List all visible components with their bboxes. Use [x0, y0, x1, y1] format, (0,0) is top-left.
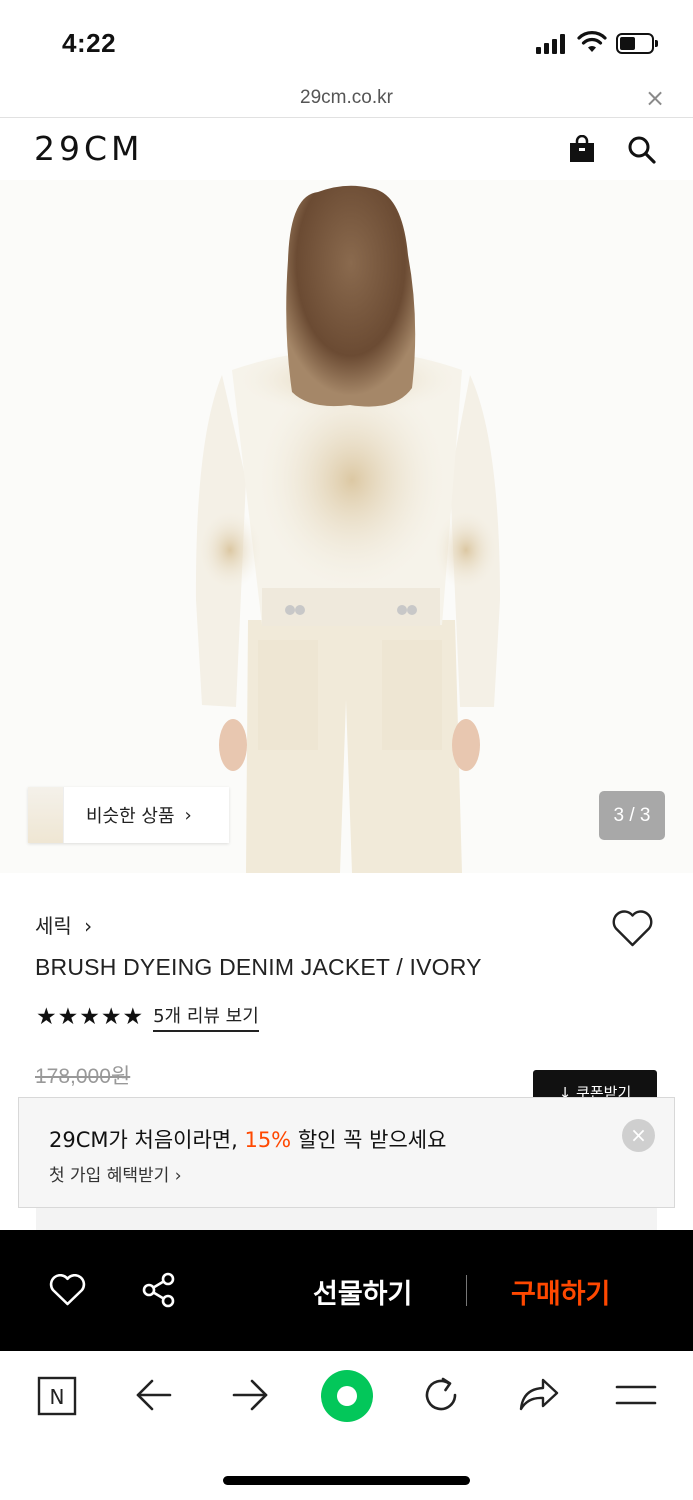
url-text[interactable]: 29cm.co.kr [0, 87, 693, 109]
status-bar: 4:22 [0, 0, 693, 80]
image-counter: 3 / 3 [599, 791, 665, 840]
banner-title-prefix: 29CM가 처음이라면, [49, 1128, 245, 1152]
close-icon[interactable]: × [645, 84, 665, 112]
banner-title-suffix: 할인 꼭 받으세요 [291, 1128, 447, 1152]
share-icon[interactable] [141, 1272, 176, 1308]
chevron-right-icon: › [184, 804, 192, 826]
back-arrow-icon[interactable] [135, 1378, 173, 1412]
chevron-right-icon: › [84, 914, 93, 938]
original-price: 178,000원 [35, 1065, 131, 1088]
banner-title: 29CM가 처음이라면, 15% 할인 꼭 받으세요 [49, 1124, 446, 1154]
menu-icon[interactable] [615, 1384, 657, 1406]
buy-button[interactable]: 구매하기 [511, 1272, 610, 1311]
similar-products-label: 비슷한 상품 [86, 806, 175, 827]
naver-n-glyph: N [50, 1385, 65, 1409]
wifi-icon [577, 31, 607, 52]
signup-benefit-link[interactable]: 첫 가입 혜택받기 › [49, 1161, 182, 1186]
discount-percent: 15% [244, 1128, 292, 1152]
product-photo [0, 180, 693, 873]
share-arrow-icon[interactable] [518, 1377, 560, 1413]
home-indicator [223, 1476, 470, 1485]
divider [466, 1275, 467, 1306]
product-name: BRUSH DYEING DENIM JACKET / IVORY [35, 954, 482, 980]
browser-toolbar: N [0, 1351, 693, 1500]
similar-product-thumbnail [28, 787, 64, 843]
product-image[interactable]: 비슷한 상품 › 3 / 3 [0, 180, 693, 873]
brand-link[interactable]: 세릭 › [35, 910, 92, 939]
heart-icon[interactable] [611, 910, 654, 948]
green-dot-icon[interactable] [320, 1369, 374, 1423]
search-icon[interactable] [627, 135, 657, 165]
rating-row: ★★★★★ 5개 리뷰 보기 [36, 1002, 259, 1032]
reload-icon[interactable] [421, 1375, 461, 1415]
signup-banner[interactable]: 29CM가 처음이라면, 15% 할인 꼭 받으세요 첫 가입 혜택받기 › × [18, 1097, 675, 1208]
similar-products-button[interactable]: 비슷한 상품 › [28, 787, 229, 843]
review-link[interactable]: 5개 리뷰 보기 [153, 1002, 259, 1032]
site-logo[interactable]: 29CM [34, 129, 144, 168]
battery-icon [616, 33, 658, 54]
naver-n-icon[interactable]: N [37, 1376, 77, 1416]
site-header: 29CM [0, 119, 693, 179]
shopping-bag-icon[interactable] [568, 135, 596, 163]
url-bar[interactable]: 29cm.co.kr × [0, 80, 693, 118]
rating-stars: ★★★★★ [36, 1004, 145, 1030]
gift-button[interactable]: 선물하기 [313, 1272, 412, 1311]
purchase-bar: 선물하기 구매하기 [0, 1230, 693, 1351]
forward-arrow-icon[interactable] [231, 1378, 269, 1412]
close-icon[interactable]: × [622, 1119, 655, 1152]
brand-name: 세릭 [35, 914, 72, 938]
cellular-signal-icon [536, 34, 568, 54]
status-time: 4:22 [62, 28, 117, 58]
heart-icon[interactable] [49, 1274, 86, 1307]
